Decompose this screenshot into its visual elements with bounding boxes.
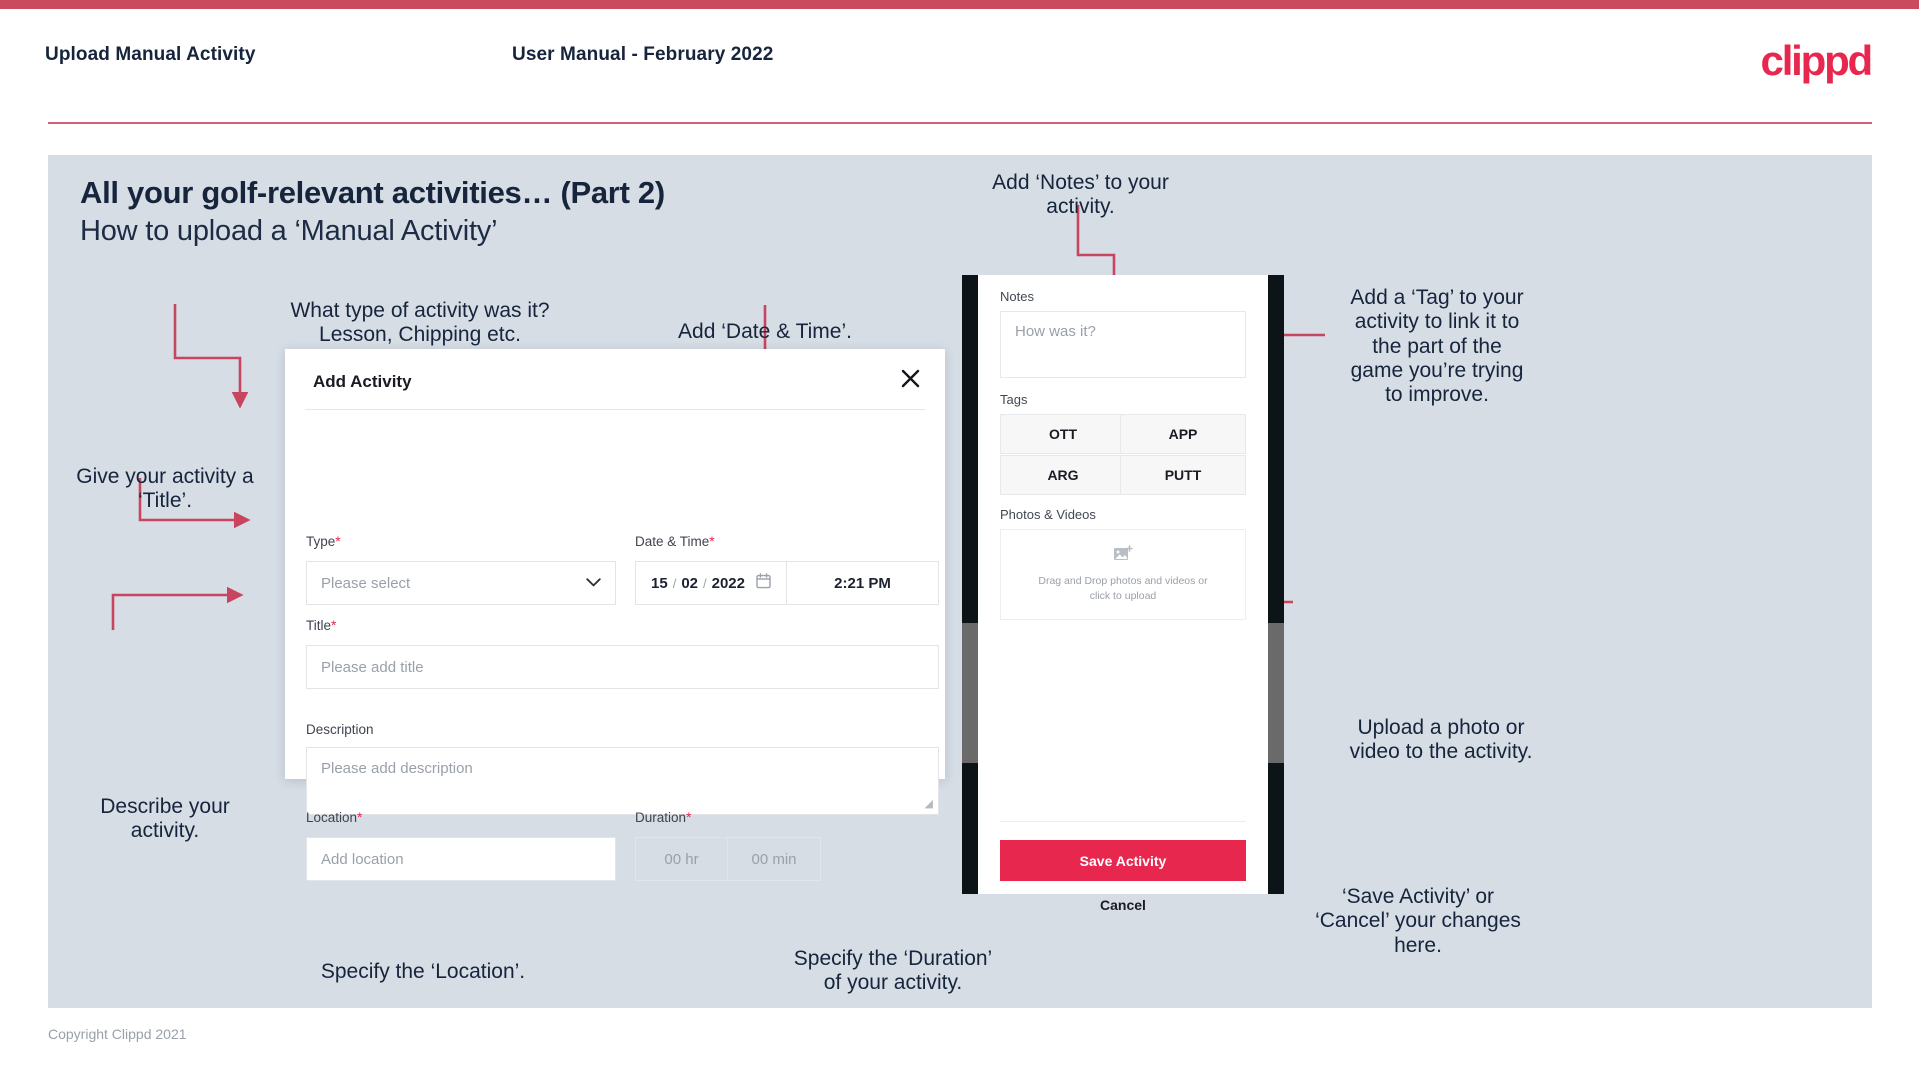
calendar-icon[interactable] [756,572,771,594]
duration-hours-placeholder: 00 hr [664,850,699,868]
header-divider [48,122,1872,124]
chevron-down-icon [586,574,601,592]
cancel-button[interactable]: Cancel [1000,893,1246,917]
annotation-upload: Upload a photo or video to the activity. [1349,716,1533,764]
type-required: * [335,533,341,549]
type-placeholder: Please select [321,574,411,592]
location-input[interactable]: Add location [306,837,616,881]
annotation-title: Give your activity a ‘Title’. [76,465,254,513]
notes-placeholder: How was it? [1015,323,1096,340]
type-label: Type* [306,533,341,549]
phone-screen: Notes How was it? Tags OTT APP ARG PUTT … [978,275,1268,913]
page-subtitle: How to upload a ‘Manual Activity’ [80,215,498,247]
tag-app[interactable]: APP [1120,414,1246,454]
phone-left-bezel [962,275,978,894]
annotation-tags: Add a ‘Tag’ to your activity to link it t… [1350,286,1524,407]
duration-label-text: Duration [635,810,687,825]
phone-mockup: Notes How was it? Tags OTT APP ARG PUTT … [962,275,1284,913]
clippd-logo: clippd [1760,37,1874,84]
date-month: 02 [681,574,698,592]
add-activity-dialog: Add Activity Type* Please select Date & … [285,349,945,881]
annotation-notes: Add ‘Notes’ to your activity. [992,171,1169,219]
tags-label: Tags [1000,392,1028,407]
location-label-text: Location [306,810,358,825]
datetime-required: * [709,533,715,549]
time-value: 2:21 PM [834,574,891,592]
date-input[interactable]: 15 / 02 / 2022 [635,561,787,605]
type-label-text: Type [306,534,336,549]
annotation-type: What type of activity was it? Lesson, Chi… [290,299,550,347]
time-input[interactable]: 2:21 PM [787,561,939,605]
title-label: Title* [306,617,336,633]
header-center-title: User Manual - February 2022 [512,44,774,65]
title-label-text: Title [306,618,332,633]
title-placeholder: Please add title [321,658,424,676]
close-icon[interactable] [895,363,925,393]
date-sep-1: / [672,575,677,591]
slide-body: All your golf-relevant activities… (Part… [48,155,1872,1008]
add-image-icon [1113,544,1133,568]
photo-dropzone[interactable]: Drag and Drop photos and videos or click… [1000,529,1246,620]
duration-label: Duration* [635,809,691,825]
datetime-label-text: Date & Time [635,534,710,549]
duration-hours-input[interactable]: 00 hr [635,837,728,881]
location-required: * [357,809,363,825]
notes-input[interactable]: How was it? [1000,311,1246,378]
datetime-label: Date & Time* [635,533,715,549]
tag-putt[interactable]: PUTT [1120,455,1246,495]
tag-ott[interactable]: OTT [1000,414,1126,454]
photos-videos-label: Photos & Videos [1000,507,1096,522]
save-activity-button[interactable]: Save Activity [1000,840,1246,881]
annotation-datetime: Add ‘Date & Time’. [678,320,852,343]
type-select[interactable]: Please select [306,561,616,605]
duration-minutes-placeholder: 00 min [751,850,797,868]
phone-right-scroll-segment [1268,623,1284,763]
tag-arg[interactable]: ARG [1000,455,1126,495]
description-input[interactable]: Please add description ◢ [306,747,939,815]
annotation-save-cancel: ‘Save Activity’ or ‘Cancel’ your changes h… [1315,885,1521,957]
description-label-text: Description [306,722,374,737]
dialog-divider [305,409,925,410]
resize-handle-icon[interactable]: ◢ [925,799,933,810]
footer-copyright: Copyright Clippd 2021 [48,1026,187,1042]
date-year: 2022 [711,574,745,592]
title-required: * [331,617,337,633]
phone-divider [1000,821,1246,822]
date-day: 15 [651,574,668,592]
title-input[interactable]: Please add title [306,645,939,689]
dropzone-text-line1: Drag and Drop photos and videos or [1038,574,1208,587]
phone-right-bezel [1268,275,1284,894]
dropzone-text-line2: click to upload [1089,590,1157,602]
location-label: Location* [306,809,363,825]
header-left-title: Upload Manual Activity [45,44,256,65]
date-sep-2: / [703,575,707,591]
annotation-location: Specify the ‘Location’. [320,960,526,983]
description-placeholder: Please add description [321,760,473,777]
phone-left-scroll-segment [962,623,978,763]
description-label: Description [306,721,374,737]
notes-label: Notes [1000,289,1034,304]
slide-page: Upload Manual Activity User Manual - Feb… [0,0,1919,1079]
dialog-title: Add Activity [313,372,412,391]
annotation-duration: Specify the ‘Duration’ of your activity. [793,947,993,995]
page-title: All your golf-relevant activities… (Part… [80,175,665,210]
top-accent-bar [0,0,1919,9]
duration-minutes-input[interactable]: 00 min [728,837,821,881]
duration-required: * [686,809,692,825]
annotation-description: Describe your activity. [100,795,230,843]
location-placeholder: Add location [321,850,404,868]
